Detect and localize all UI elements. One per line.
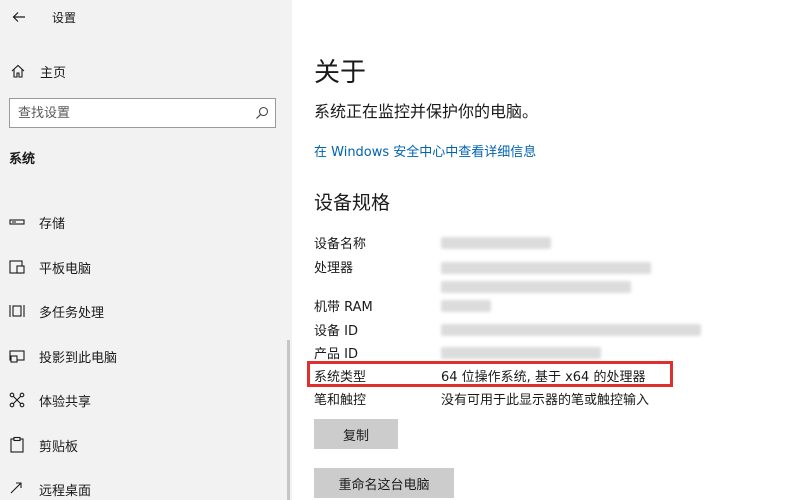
sidebar: 设置 主页 系统 存储 平板电脑 — [0, 0, 292, 500]
product-id-value-blurred — [441, 347, 601, 359]
section-heading: 系统 — [9, 152, 36, 167]
sidebar-item-label: 投影到此电脑 — [39, 350, 118, 366]
sidebar-item-label: 主页 — [40, 66, 67, 81]
sidebar-item-clipboard[interactable]: 剪贴板 — [0, 428, 292, 473]
search-icon[interactable] — [255, 106, 269, 120]
clipboard-icon — [10, 436, 24, 453]
processor-label: 处理器 — [314, 261, 354, 276]
pen-touch-value: 没有可用于此显示器的笔或触控输入 — [441, 393, 650, 408]
ram-value-blurred — [441, 300, 491, 312]
sidebar-scrollbar[interactable] — [287, 340, 290, 500]
security-center-link[interactable]: 在 Windows 安全中心中查看详细信息 — [314, 141, 536, 160]
sidebar-nav: 存储 平板电脑 多任务处理 投影到此电脑 体验共享 剪贴板 远程桌面 — [0, 205, 292, 500]
back-arrow-icon — [12, 12, 25, 22]
back-button[interactable] — [8, 6, 30, 28]
sidebar-item-label: 体验共享 — [39, 395, 92, 410]
device-id-label: 设备 ID — [314, 324, 358, 339]
sidebar-item-label: 远程桌面 — [39, 484, 92, 499]
search-input[interactable] — [18, 104, 243, 122]
highlight-box — [307, 361, 673, 387]
pen-touch-label: 笔和触控 — [314, 393, 367, 408]
home-icon — [11, 64, 25, 78]
processor-value-blurred-line2 — [441, 281, 631, 293]
sidebar-item-label: 存储 — [39, 217, 66, 232]
processor-value-blurred — [441, 262, 651, 274]
device-specs-heading: 设备规格 — [314, 192, 391, 214]
rename-pc-button[interactable]: 重命名这台电脑 — [314, 468, 454, 498]
sidebar-item-label: 平板电脑 — [39, 261, 92, 277]
page-title: 关于 — [314, 58, 367, 88]
window-title: 设置 — [52, 11, 77, 25]
tablet-icon — [9, 259, 25, 274]
sidebar-item-home[interactable]: 主页 — [0, 56, 292, 86]
multitasking-icon — [9, 305, 25, 317]
sidebar-item-share[interactable]: 体验共享 — [0, 383, 292, 428]
sidebar-item-remote-desktop[interactable]: 远程桌面 — [0, 472, 292, 500]
copy-button[interactable]: 复制 — [314, 419, 398, 449]
project-icon — [9, 349, 25, 363]
sidebar-item-label: 剪贴板 — [39, 439, 79, 455]
product-id-label: 产品 ID — [314, 347, 358, 362]
title-bar: 设置 — [0, 0, 292, 34]
device-name-value-blurred — [441, 237, 551, 249]
sidebar-item-project[interactable]: 投影到此电脑 — [0, 339, 292, 384]
ram-label: 机带 RAM — [314, 300, 373, 315]
search-box[interactable] — [9, 98, 276, 128]
protection-status-text: 系统正在监控并保护你的电脑。 — [314, 102, 539, 121]
sidebar-item-label: 多任务处理 — [39, 306, 105, 321]
sidebar-item-storage[interactable]: 存储 — [0, 205, 292, 250]
share-icon — [9, 392, 25, 408]
device-id-value-blurred — [441, 324, 701, 336]
device-name-label: 设备名称 — [314, 237, 367, 252]
remote-desktop-icon — [10, 482, 22, 494]
sidebar-item-multitasking[interactable]: 多任务处理 — [0, 294, 292, 339]
main-content: 关于 系统正在监控并保护你的电脑。 在 Windows 安全中心中查看详细信息 … — [292, 0, 809, 500]
sidebar-item-tablet[interactable]: 平板电脑 — [0, 250, 292, 295]
storage-icon — [9, 219, 25, 225]
